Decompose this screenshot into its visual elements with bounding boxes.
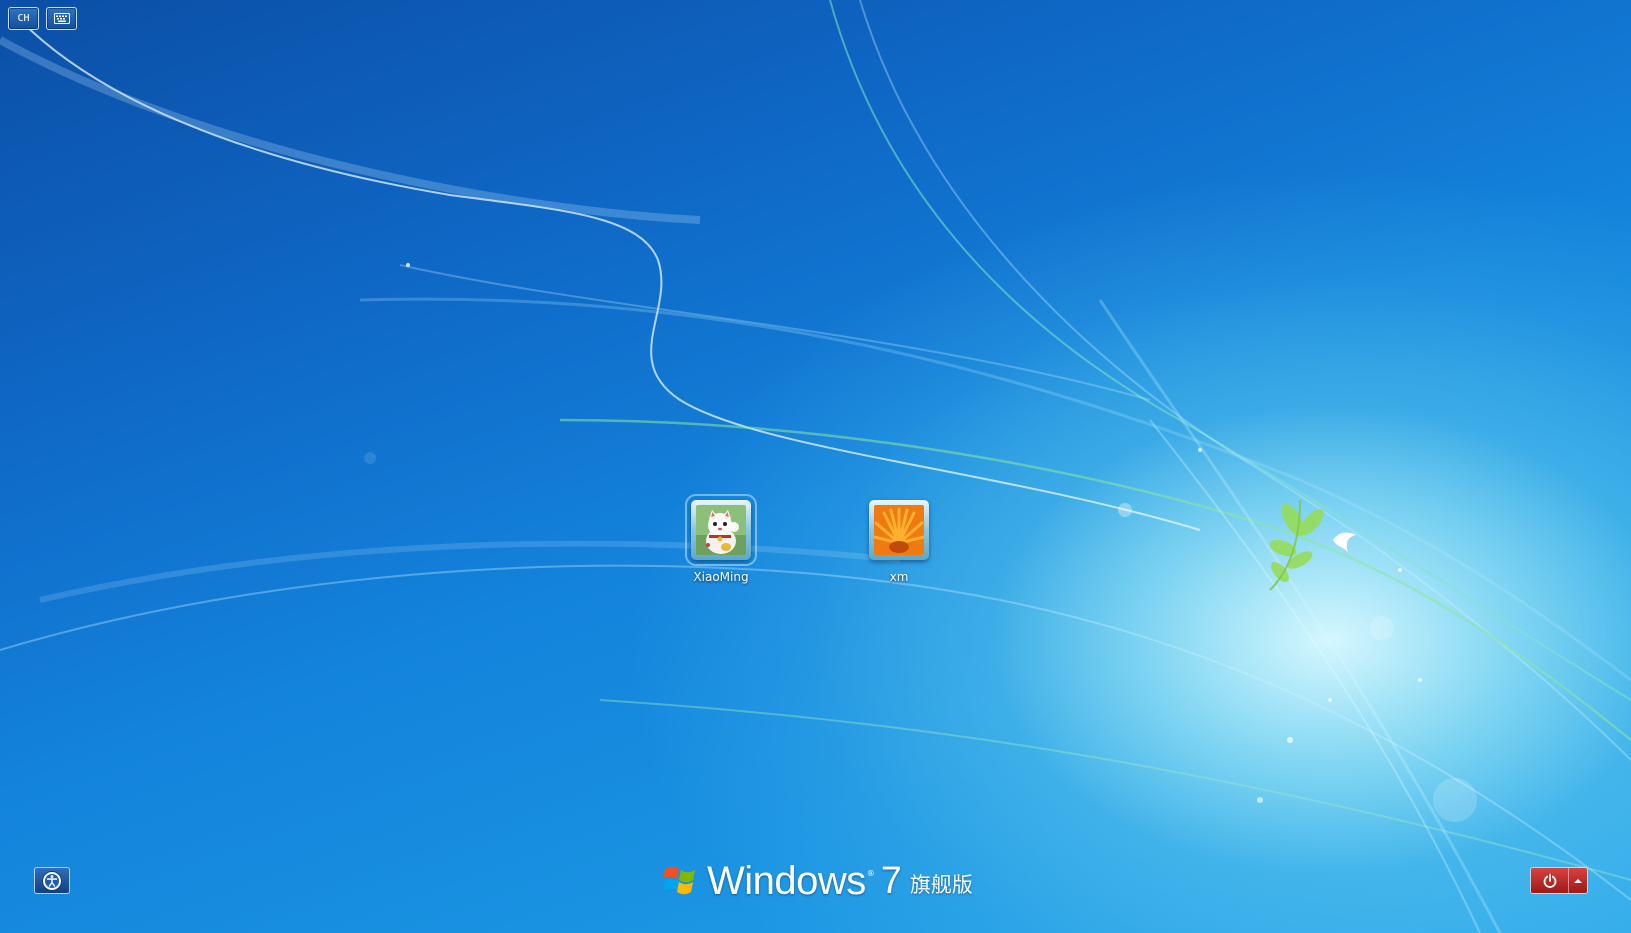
brand-edition: 旗舰版 [909, 873, 973, 897]
power-controls [1530, 867, 1588, 894]
windows-branding: Windows ® 7 旗舰版 [663, 857, 973, 905]
shut-down-options-button[interactable] [1569, 868, 1587, 893]
ease-of-access-button[interactable] [34, 867, 70, 894]
brand-registered-mark: ® [866, 869, 875, 878]
keyboard-icon [53, 13, 70, 24]
orange-flower-picture [874, 505, 924, 555]
brand-version: 7 [880, 859, 902, 902]
brand-product-name: Windows [707, 858, 866, 903]
power-icon [1543, 873, 1556, 888]
windows-logo-icon [663, 866, 695, 895]
on-screen-keyboard-button[interactable] [46, 7, 77, 30]
language-button[interactable]: CH [8, 7, 39, 30]
user-tile-xiaoming[interactable]: XiaoMing [666, 494, 776, 584]
user-picture-frame[interactable] [869, 500, 929, 560]
chevron-up-icon [1574, 879, 1582, 883]
user-name[interactable]: xm [890, 570, 909, 584]
user-name[interactable]: XiaoMing [693, 570, 748, 584]
user-picture-frame[interactable] [685, 494, 757, 566]
lucky-cat-picture [696, 505, 746, 555]
language-label: CH [17, 13, 30, 24]
user-tile-xm[interactable]: xm [844, 500, 954, 584]
wallpaper-background [0, 0, 1631, 933]
logon-screen: CH XiaoMing xm Windows ® 7 旗舰版 [0, 0, 1631, 933]
ease-of-access-icon [42, 870, 62, 891]
shut-down-button[interactable] [1531, 868, 1569, 893]
